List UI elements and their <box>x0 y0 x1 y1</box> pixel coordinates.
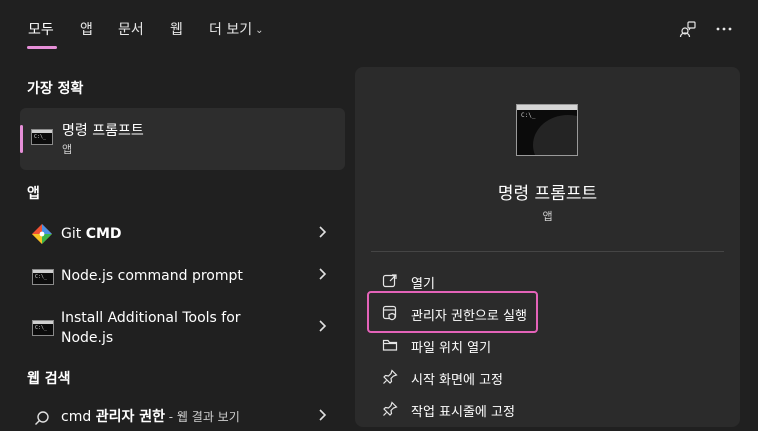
tab-documents[interactable]: 문서 <box>118 19 144 39</box>
chevron-right-icon[interactable] <box>317 225 327 243</box>
web-search-bold: 관리자 권한 <box>95 409 165 425</box>
best-match-heading: 가장 정확 <box>27 81 84 97</box>
app-item-label: Node.js command prompt <box>61 268 243 284</box>
action-pin-to-taskbar[interactable]: 작업 표시줄에 고정 <box>382 399 702 421</box>
divider <box>371 251 724 252</box>
chevron-right-icon[interactable] <box>317 319 327 337</box>
detail-title: 명령 프롬프트 <box>497 184 598 204</box>
command-prompt-icon: C:\_ <box>31 129 53 145</box>
active-tab-indicator <box>27 46 57 49</box>
git-icon <box>32 224 52 244</box>
app-name-match: CMD <box>85 226 122 242</box>
best-match-name: 명령 프롬프트 <box>62 123 144 139</box>
folder-icon <box>382 337 398 353</box>
tab-apps[interactable]: 앱 <box>80 19 93 39</box>
app-name-prefix: Git <box>61 226 86 242</box>
highlight-box <box>367 291 538 333</box>
action-pin-to-start[interactable]: 시작 화면에 고정 <box>382 367 702 389</box>
tab-more-label: 더 보기 <box>209 22 253 38</box>
action-label: 작업 표시줄에 고정 <box>411 405 515 420</box>
action-label: 시작 화면에 고정 <box>411 373 503 388</box>
app-item-git-cmd[interactable]: Git CMD <box>20 222 345 248</box>
command-prompt-icon: C:\_ <box>32 269 54 285</box>
app-item-install-additional-tools[interactable]: C:\_ Install Additional Tools for Node.j… <box>20 306 345 350</box>
web-search-item[interactable]: cmd 관리자 권한 - 웹 결과 보기 <box>20 405 345 431</box>
apps-heading: 앱 <box>27 186 40 202</box>
people-icon[interactable] <box>677 18 699 40</box>
chevron-down-icon: ⌄ <box>255 24 264 36</box>
chevron-right-icon[interactable] <box>317 408 327 426</box>
detail-subtitle: 앱 <box>542 210 553 223</box>
chevron-right-icon[interactable] <box>317 267 327 285</box>
search-filter-tabs: 모두 앱 문서 웹 더 보기 ⌄ <box>0 0 758 56</box>
pin-icon <box>382 401 398 417</box>
open-external-icon <box>382 273 398 289</box>
app-item-label-line2: Node.js <box>61 330 114 346</box>
app-item-label-line1: Install Additional Tools for <box>61 310 241 326</box>
action-label: 파일 위치 열기 <box>411 341 492 356</box>
command-prompt-icon: C:\_ <box>32 320 54 336</box>
best-match-item[interactable]: C:\_ 명령 프롬프트 앱 <box>20 108 345 170</box>
app-item-nodejs-command-prompt[interactable]: C:\_ Node.js command prompt <box>20 264 345 290</box>
detail-panel: C:\_ 명령 프롬프트 앱 열기 관리자 권한으로 실행 파일 위치 열기 시… <box>355 67 740 427</box>
web-search-label: cmd 관리자 권한 - 웹 결과 보기 <box>61 407 240 427</box>
best-match-type: 앱 <box>62 143 73 156</box>
app-item-label: Git CMD <box>61 224 122 244</box>
action-open[interactable]: 열기 <box>382 271 702 293</box>
command-prompt-icon: C:\_ <box>516 104 578 156</box>
pin-icon <box>382 369 398 385</box>
more-options-icon[interactable] <box>713 18 735 40</box>
action-label: 열기 <box>411 277 435 292</box>
web-search-suffix: - 웹 결과 보기 <box>164 410 240 424</box>
tab-web[interactable]: 웹 <box>170 19 183 39</box>
web-search-heading: 웹 검색 <box>27 371 71 387</box>
action-open-file-location[interactable]: 파일 위치 열기 <box>382 335 702 357</box>
selection-indicator <box>20 125 23 153</box>
tab-more[interactable]: 더 보기 ⌄ <box>209 19 263 39</box>
tab-all[interactable]: 모두 <box>28 19 54 39</box>
web-search-query: cmd <box>61 409 92 425</box>
